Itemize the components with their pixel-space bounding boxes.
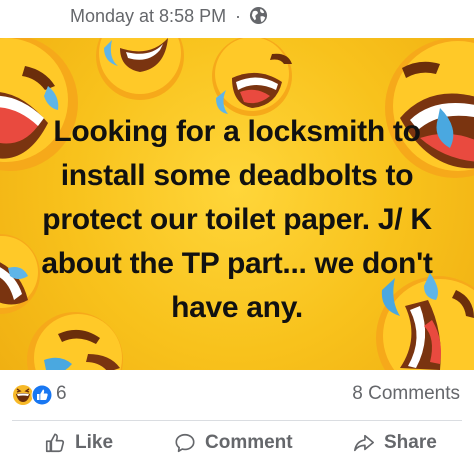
comment-bubble-icon <box>175 433 195 453</box>
reaction-count[interactable]: 6 <box>56 383 67 405</box>
like-button[interactable]: Like <box>44 430 113 456</box>
haha-icon <box>13 385 33 405</box>
post-image[interactable]: Looking for a locksmith to install some … <box>0 38 474 370</box>
share-button[interactable]: Share <box>353 430 437 456</box>
like-label: Like <box>75 432 114 453</box>
laughing-emoji-icon <box>96 38 184 100</box>
laughing-emoji-icon <box>212 38 292 116</box>
reaction-icons[interactable] <box>12 384 56 406</box>
comment-label: Comment <box>205 432 293 453</box>
share-label: Share <box>384 432 437 453</box>
comment-button[interactable]: Comment <box>174 430 293 456</box>
globe-icon[interactable] <box>249 6 268 25</box>
separator-dot: · <box>235 6 241 26</box>
divider <box>12 420 462 421</box>
like-icon <box>31 384 53 406</box>
comments-count[interactable]: 8 Comments <box>352 383 460 405</box>
post-text: Looking for a locksmith to install some … <box>41 115 433 324</box>
post-timestamp[interactable]: Monday at 8:58 PM <box>70 6 226 27</box>
post-header: Monday at 8:58 PM · <box>0 0 474 36</box>
reactions-row: 6 8 Comments <box>0 378 474 410</box>
thumbs-up-icon <box>45 433 65 453</box>
share-arrow-icon <box>354 434 374 452</box>
post-actions: Like Comment Share <box>0 426 474 457</box>
